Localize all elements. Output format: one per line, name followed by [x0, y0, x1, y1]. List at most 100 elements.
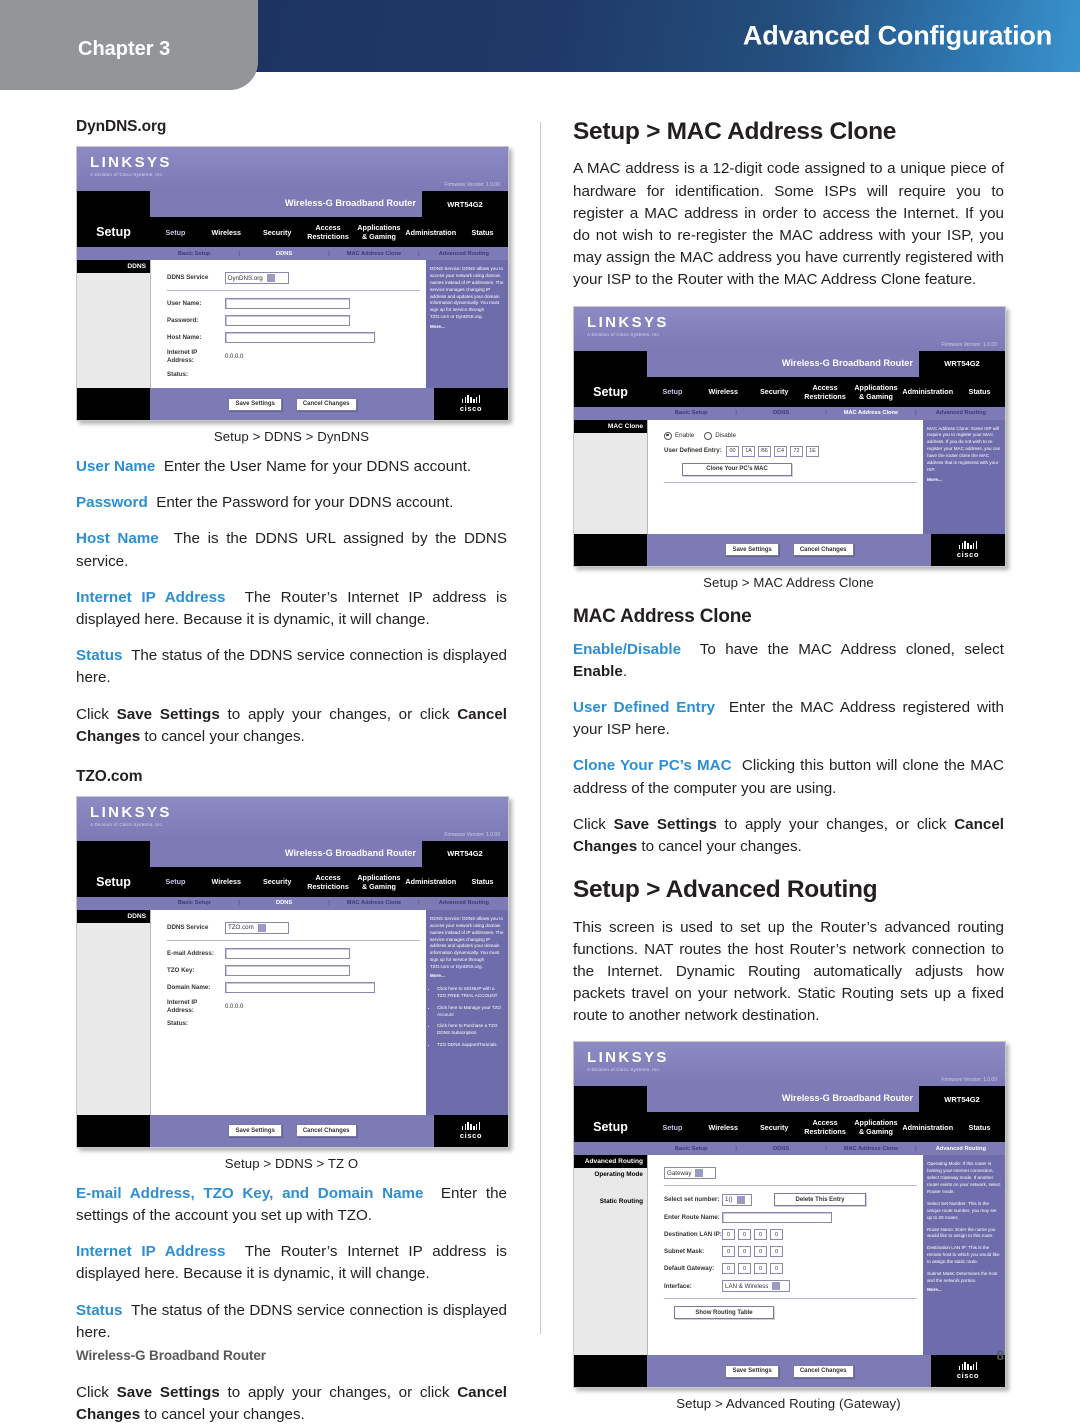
tab-applications-gaming[interactable]: Applications & Gaming [354, 223, 405, 241]
tab-wireless[interactable]: Wireless [201, 877, 252, 886]
subtab-advanced-routing[interactable]: Advanced Routing [917, 410, 1005, 416]
cancel-changes-button[interactable]: Cancel Changes [792, 1364, 854, 1378]
subtab-ddns[interactable]: DDNS [737, 1146, 825, 1152]
mac-octet-2[interactable]: 1A [742, 445, 755, 457]
mac-octet-5[interactable]: 72 [790, 445, 803, 457]
tab-wireless[interactable]: Wireless [698, 387, 749, 396]
cancel-changes-button[interactable]: Cancel Changes [792, 543, 854, 557]
subtab-advanced-routing[interactable]: Advanced Routing [917, 1146, 1005, 1152]
mac-octet-6[interactable]: 1E [806, 445, 819, 457]
set-number-label: Select set number: [664, 1196, 720, 1204]
help-more-link[interactable]: More... [927, 477, 1001, 484]
tab-wireless[interactable]: Wireless [201, 228, 252, 237]
tab-status[interactable]: Status [954, 387, 1005, 396]
help-more-link[interactable]: More... [430, 973, 504, 980]
subnet-octet-4[interactable]: 0 [770, 1246, 783, 1258]
set-number-select[interactable]: 1() [722, 1193, 752, 1206]
sidebar-item-operating-mode[interactable]: Operating Mode [574, 1168, 647, 1181]
tab-applications-gaming[interactable]: Applications & Gaming [354, 873, 405, 891]
tab-status[interactable]: Status [457, 228, 508, 237]
tab-wireless[interactable]: Wireless [698, 1123, 749, 1132]
tab-administration[interactable]: Administration [901, 387, 954, 396]
help-bullet[interactable]: Click here to SIGNUP with a TZO FREE TRI… [437, 986, 504, 1000]
tab-access-restrictions[interactable]: Access Restrictions [800, 1118, 851, 1136]
save-settings-button[interactable]: Save Settings [228, 397, 282, 411]
operating-mode-select[interactable]: Gateway [664, 1167, 716, 1180]
tab-setup[interactable]: Setup [150, 228, 201, 237]
tab-access-restrictions[interactable]: Access Restrictions [303, 223, 354, 241]
subnet-octet-3[interactable]: 0 [754, 1246, 767, 1258]
tab-access-restrictions[interactable]: Access Restrictions [303, 873, 354, 891]
tab-security[interactable]: Security [749, 387, 800, 396]
tab-security[interactable]: Security [749, 1123, 800, 1132]
tab-administration[interactable]: Administration [404, 877, 457, 886]
tab-security[interactable]: Security [252, 877, 303, 886]
dest-octet-2[interactable]: 0 [738, 1229, 751, 1241]
show-routing-table-button[interactable]: Show Routing Table [674, 1306, 774, 1320]
gateway-octet-2[interactable]: 0 [738, 1263, 751, 1275]
tab-status[interactable]: Status [457, 877, 508, 886]
clone-pc-mac-button[interactable]: Clone Your PC’s MAC [682, 462, 792, 476]
subtab-basic-setup[interactable]: Basic Setup [150, 251, 238, 257]
help-more-link[interactable]: More... [927, 1287, 1001, 1294]
tab-applications-gaming[interactable]: Applications & Gaming [851, 1118, 902, 1136]
gateway-octet-1[interactable]: 0 [722, 1263, 735, 1275]
email-address-input[interactable] [225, 947, 350, 959]
subtab-mac-clone[interactable]: MAC Address Clone [330, 251, 418, 257]
ddns-service-select[interactable]: DynDNS.org [225, 272, 289, 284]
tab-setup[interactable]: Setup [647, 387, 698, 396]
help-bullet[interactable]: TZO DDNS Support/Tutorials [437, 1042, 504, 1049]
hostname-input[interactable] [225, 332, 375, 343]
subtab-basic-setup[interactable]: Basic Setup [647, 410, 735, 416]
cancel-changes-button[interactable]: Cancel Changes [295, 1124, 357, 1138]
domain-name-input[interactable] [225, 981, 375, 993]
dest-octet-3[interactable]: 0 [754, 1229, 767, 1241]
subnet-octet-2[interactable]: 0 [738, 1246, 751, 1258]
subheading-mac-address-clone: MAC Address Clone [573, 605, 752, 627]
gateway-octet-3[interactable]: 0 [754, 1263, 767, 1275]
help-bullet[interactable]: Click here to Purchase a TZO DDNS Subscr… [437, 1023, 504, 1037]
mac-octet-3[interactable]: B6 [758, 445, 771, 457]
route-name-input[interactable] [722, 1212, 832, 1224]
help-bullet[interactable]: Click here to Manage your TZO Account [437, 1005, 504, 1019]
cancel-changes-button[interactable]: Cancel Changes [295, 397, 357, 411]
subtab-basic-setup[interactable]: Basic Setup [647, 1146, 735, 1152]
tab-security[interactable]: Security [252, 228, 303, 237]
save-settings-button[interactable]: Save Settings [228, 1124, 282, 1138]
dest-octet-4[interactable]: 0 [770, 1229, 783, 1241]
sidebar-item-static-routing[interactable]: Static Routing [574, 1195, 647, 1208]
subtab-mac-clone[interactable]: MAC Address Clone [827, 410, 915, 416]
subtab-mac-clone[interactable]: MAC Address Clone [330, 900, 418, 906]
linksys-tagline: A Division of Cisco Systems, Inc. [587, 331, 661, 337]
subtab-mac-clone[interactable]: MAC Address Clone [827, 1146, 915, 1152]
delete-entry-button[interactable]: Delete This Entry [774, 1193, 866, 1207]
help-more-link[interactable]: More... [430, 324, 504, 331]
tab-administration[interactable]: Administration [404, 228, 457, 237]
mac-octet-1[interactable]: 00 [726, 445, 739, 457]
tab-setup[interactable]: Setup [150, 877, 201, 886]
password-input[interactable] [225, 315, 350, 326]
gateway-octet-4[interactable]: 0 [770, 1263, 783, 1275]
tab-applications-gaming[interactable]: Applications & Gaming [851, 383, 902, 401]
tzo-key-input[interactable] [225, 964, 350, 976]
mac-octet-4[interactable]: C4 [774, 445, 787, 457]
username-input[interactable] [225, 298, 350, 309]
subtab-advanced-routing[interactable]: Advanced Routing [420, 900, 508, 906]
subtab-advanced-routing[interactable]: Advanced Routing [420, 251, 508, 257]
interface-select[interactable]: LAN & Wireless [722, 1280, 790, 1293]
dest-octet-1[interactable]: 0 [722, 1229, 735, 1241]
save-settings-button[interactable]: Save Settings [725, 1364, 779, 1378]
ddns-service-select[interactable]: TZO.com [225, 921, 289, 934]
tab-administration[interactable]: Administration [901, 1123, 954, 1132]
subtab-ddns[interactable]: DDNS [240, 251, 328, 257]
radio-disable[interactable] [704, 431, 713, 440]
subnet-octet-1[interactable]: 0 [722, 1246, 735, 1258]
tab-status[interactable]: Status [954, 1123, 1005, 1132]
subtab-ddns[interactable]: DDNS [737, 410, 825, 416]
tab-access-restrictions[interactable]: Access Restrictions [800, 383, 851, 401]
radio-enable[interactable] [664, 431, 672, 440]
tab-setup[interactable]: Setup [647, 1123, 698, 1132]
subtab-basic-setup[interactable]: Basic Setup [150, 900, 238, 906]
save-settings-button[interactable]: Save Settings [725, 543, 779, 557]
subtab-ddns[interactable]: DDNS [240, 900, 328, 906]
